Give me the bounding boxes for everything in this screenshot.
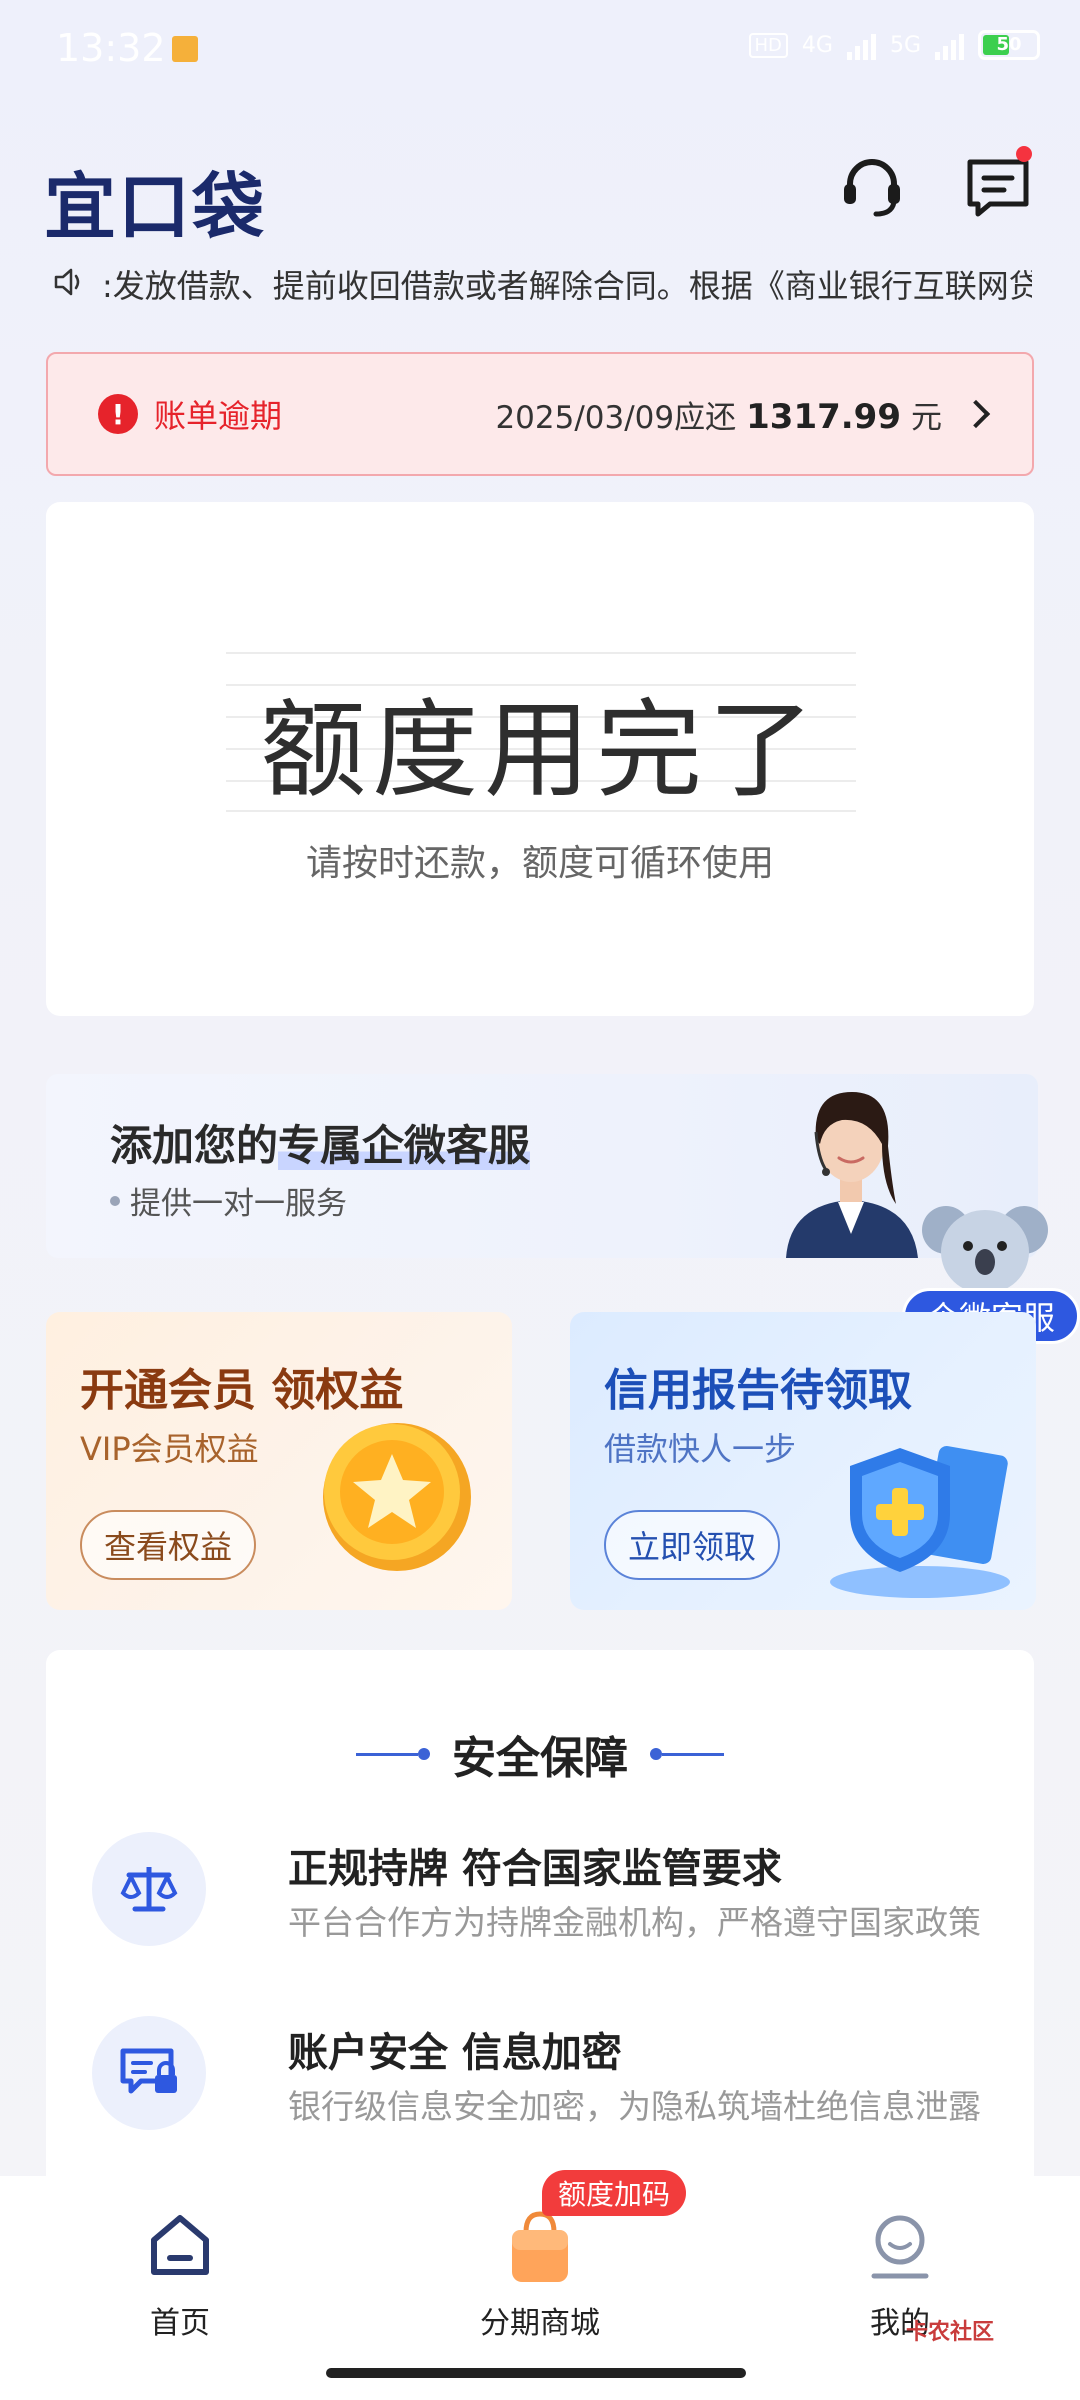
- status-bar: 13:32 HD 4G 5G 50: [0, 0, 1080, 100]
- vip-promo-subtitle: VIP会员权益: [80, 1430, 259, 1468]
- vip-promo-card[interactable]: 开通会员 领权益 VIP会员权益 查看权益: [46, 1312, 512, 1610]
- lock-card-icon: [92, 2016, 206, 2130]
- signal-icon-2: [935, 30, 964, 60]
- security-item-licensed: 正规持牌 符合国家监管要求 平台合作方为持牌金融机构，严格遵守国家政策: [92, 1828, 992, 1948]
- nav-home-label: 首页: [150, 2306, 210, 2341]
- nav-installment-mall[interactable]: 分期商城: [440, 2206, 640, 2342]
- scale-icon: [92, 1832, 206, 1946]
- message-icon[interactable]: [962, 146, 1034, 222]
- security-section: 安全保障 正规持牌 符合国家监管要求 平台合作方为持牌金融机构，严格遵守国家政策: [46, 1650, 1034, 2210]
- security-item-encryption: 账户安全 信息加密 银行级信息安全加密，为隐私筑墙杜绝信息泄露: [92, 2012, 992, 2132]
- cs-banner-subtitle: 提供一对一服务: [110, 1178, 347, 1223]
- nav-installment-mall-label: 分期商城: [480, 2306, 600, 2341]
- security-item-subtitle: 平台合作方为持牌金融机构，严格遵守国家政策: [288, 1903, 981, 1942]
- security-item-title: 账户安全 信息加密: [288, 2030, 622, 2076]
- network-label-1: 4G: [801, 32, 833, 58]
- network-label-2: 5G: [889, 32, 921, 58]
- speaker-icon: [52, 265, 86, 303]
- unread-dot: [1016, 146, 1032, 162]
- quota-subtitle: 请按时还款，额度可循环使用: [305, 843, 774, 884]
- quota-boost-badge: 额度加码: [542, 2170, 687, 2216]
- signal-icon-1: [846, 30, 876, 60]
- notification-icon: [172, 36, 198, 62]
- overdue-unit: 元: [911, 399, 942, 436]
- security-title: 安全保障: [452, 1733, 628, 1784]
- security-heading: 安全保障: [46, 1722, 1034, 1786]
- quota-title: 额度用完了: [260, 689, 820, 812]
- overdue-label: 账单逾期: [154, 397, 283, 435]
- app-logo: 宜口袋: [44, 165, 267, 249]
- vip-promo-title: 开通会员 领权益: [80, 1365, 404, 1416]
- cs-banner-title: 添加您的专属企微客服: [110, 1121, 531, 1170]
- battery-icon: 50: [978, 30, 1040, 60]
- overdue-bill-card[interactable]: ! 账单逾期 2025/03/09应还 1317.99 元: [46, 352, 1034, 476]
- shopping-bag-icon: [500, 2206, 580, 2286]
- announcement-bar[interactable]: :发放借款、提前收回借款或者解除合同。根据《商业银行互联网贷款管理暂行办法》: [52, 262, 1032, 306]
- hd-label: HD: [748, 32, 788, 58]
- warning-icon: !: [98, 394, 138, 434]
- watermark: 卡农社区: [906, 2320, 995, 2345]
- shield-icon: [830, 1446, 1010, 1598]
- gold-coin-icon: [323, 1423, 471, 1571]
- home-icon: [140, 2206, 220, 2286]
- wecom-service-banner[interactable]: 添加您的专属企微客服 提供一对一服务: [46, 1074, 1038, 1258]
- chevron-right-icon: [961, 399, 991, 429]
- profile-icon: [860, 2206, 940, 2286]
- customer-support-icon[interactable]: [836, 150, 908, 222]
- credit-report-title: 信用报告待领取: [604, 1365, 912, 1416]
- view-benefits-button[interactable]: 查看权益: [80, 1510, 257, 1580]
- nav-home[interactable]: 首页: [80, 2206, 280, 2342]
- home-indicator[interactable]: [326, 2368, 746, 2378]
- credit-report-card[interactable]: 信用报告待领取 借款快人一步 立即领取: [570, 1312, 1036, 1610]
- credit-report-subtitle: 借款快人一步: [604, 1430, 797, 1468]
- overdue-due-date: 2025/03/09应还: [495, 399, 737, 436]
- claim-now-button[interactable]: 立即领取: [604, 1510, 781, 1580]
- status-indicators: HD 4G 5G 50: [748, 30, 1040, 60]
- quota-card: 额度用完了 请按时还款，额度可循环使用: [46, 502, 1034, 1016]
- bottom-navigation: 首页 分期商城 我的 额度加码: [0, 2170, 1080, 2400]
- security-item-title: 正规持牌 符合国家监管要求: [288, 1846, 782, 1892]
- announcement-text: :发放借款、提前收回借款或者解除合同。根据《商业银行互联网贷款管理暂行办法》: [102, 267, 1032, 305]
- status-time: 13:32: [56, 26, 166, 70]
- overdue-amount: 1317.99: [746, 396, 901, 437]
- security-item-subtitle: 银行级信息安全加密，为隐私筑墙杜绝信息泄露: [288, 2087, 981, 2126]
